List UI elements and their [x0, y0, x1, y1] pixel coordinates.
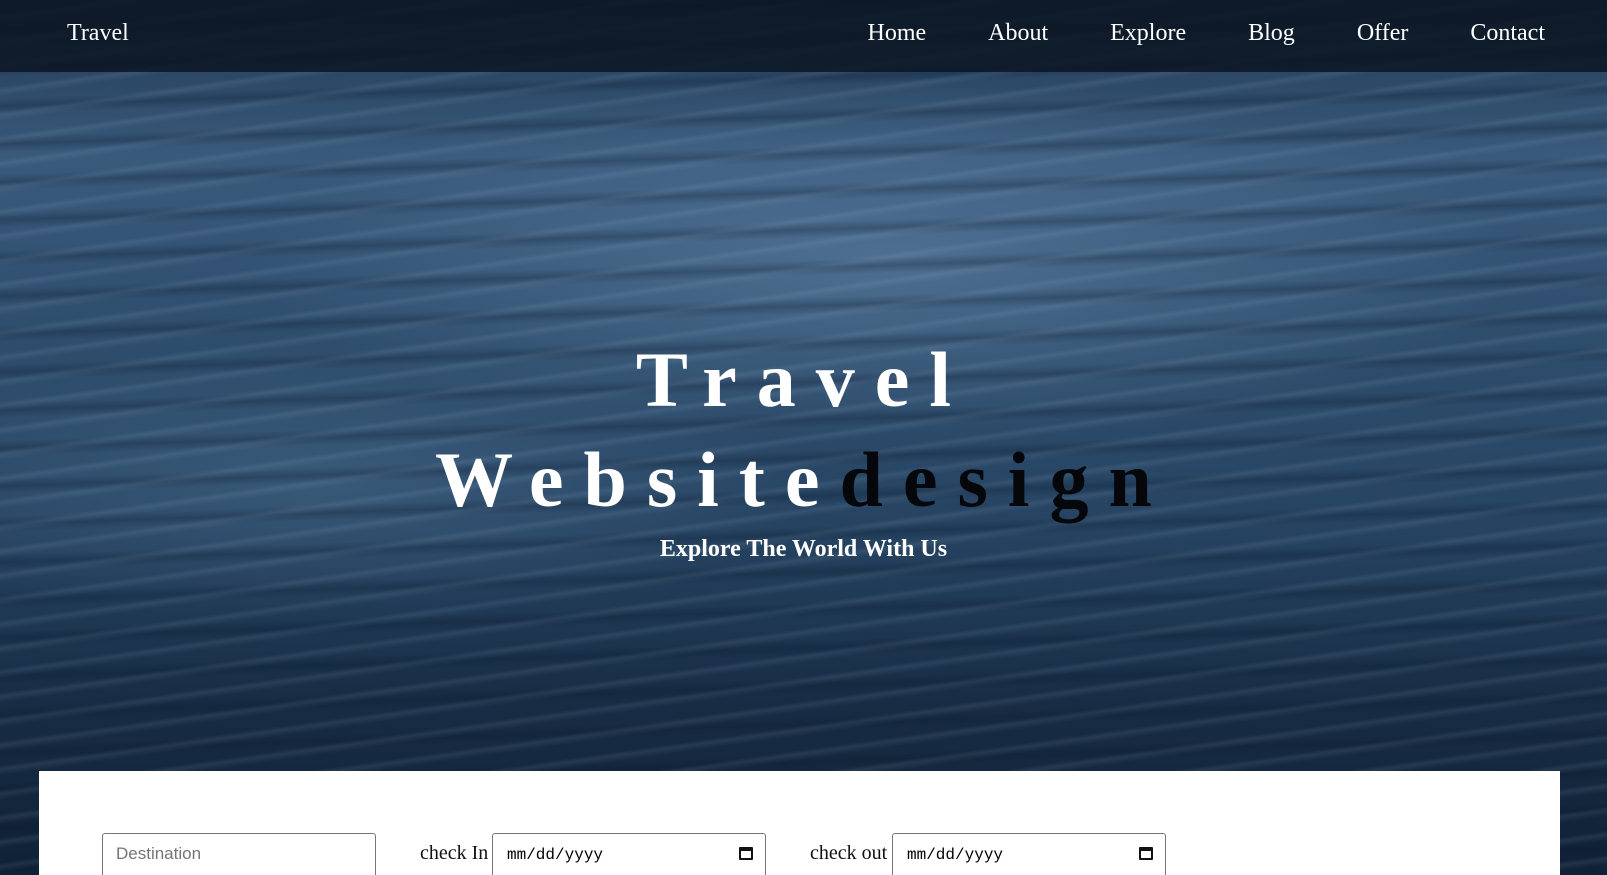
booking-form: Destination check In mm/dd/yyyy check ou…: [39, 771, 1560, 875]
calendar-icon[interactable]: [1139, 847, 1153, 860]
checkout-label: check out: [810, 842, 888, 864]
destination-input[interactable]: Destination: [102, 833, 376, 875]
nav-link-blog[interactable]: Blog: [1248, 20, 1295, 47]
headline-word-website: Website: [435, 436, 840, 523]
nav-link-home[interactable]: Home: [867, 20, 926, 47]
headline-line1: Travel: [635, 336, 972, 423]
calendar-icon[interactable]: [739, 847, 753, 860]
nav-link-offer[interactable]: Offer: [1357, 20, 1409, 47]
nav-links: Home About Explore Blog Offer Contact: [805, 20, 1545, 47]
brand-logo[interactable]: Travel: [67, 20, 129, 47]
nav-link-explore[interactable]: Explore: [1110, 20, 1186, 47]
nav-link-contact[interactable]: Contact: [1470, 20, 1545, 47]
checkout-date-value: mm/dd/yyyy: [907, 846, 1004, 864]
navbar: Travel Home About Explore Blog Offer Con…: [0, 0, 1607, 72]
checkin-label: check In: [420, 842, 489, 864]
checkin-date-value: mm/dd/yyyy: [507, 846, 604, 864]
checkin-date-input[interactable]: mm/dd/yyyy: [492, 833, 766, 875]
hero-tagline: Explore The World With Us: [659, 536, 948, 562]
headline-line2: Websitedesign: [0, 430, 1607, 530]
headline-word-design: design: [839, 436, 1172, 523]
page: Travel Home About Explore Blog Offer Con…: [0, 0, 1607, 875]
checkout-date-input[interactable]: mm/dd/yyyy: [892, 833, 1166, 875]
hero-headline: Travel Websitedesign: [0, 330, 1607, 530]
nav-link-about[interactable]: About: [988, 20, 1048, 47]
